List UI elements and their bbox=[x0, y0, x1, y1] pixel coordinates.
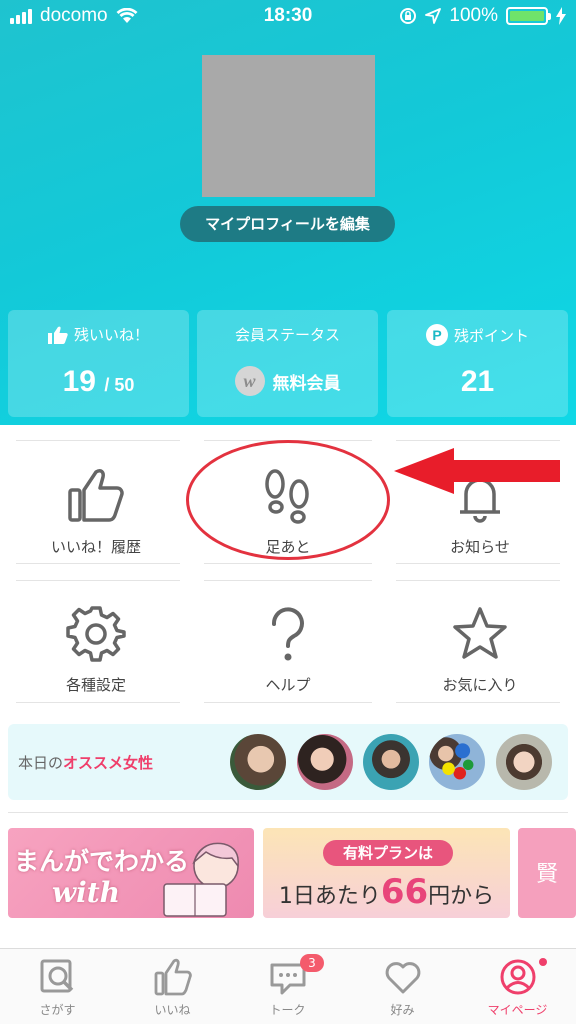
points-remaining-value: 21 bbox=[460, 365, 495, 398]
points-icon: P bbox=[425, 324, 448, 346]
pointer-arrow bbox=[394, 448, 560, 494]
recommend-title-highlight: オススメ女性 bbox=[63, 754, 154, 772]
mypage-notification-dot bbox=[539, 958, 547, 966]
paid-plan-prefix: 1日あたり bbox=[278, 884, 381, 909]
with-logo-icon: w bbox=[234, 366, 265, 396]
rotation-lock-icon bbox=[400, 8, 417, 24]
profile-photo[interactable] bbox=[202, 55, 375, 197]
membership-status-value: 無料会員 bbox=[272, 373, 341, 393]
edit-profile-button[interactable]: マイプロフィールを編集 bbox=[180, 206, 395, 242]
likes-remaining-value: 19 bbox=[62, 365, 96, 398]
tab-talk-label: トーク bbox=[269, 1003, 306, 1017]
menu-like-history[interactable]: いいね！履歴 bbox=[8, 448, 184, 568]
partial-banner-text: 賢 bbox=[536, 862, 559, 887]
recommend-title: 本日のオススメ女性 bbox=[18, 752, 153, 773]
menu-notifications-label: お知らせ bbox=[450, 538, 510, 556]
recommended-user-photo[interactable] bbox=[429, 734, 485, 790]
manga-banner-brand: with bbox=[52, 876, 121, 909]
tab-likes-label: いいね bbox=[154, 1003, 191, 1017]
points-remaining-label: 残ポイント bbox=[453, 326, 529, 345]
star-icon bbox=[453, 607, 507, 659]
status-bar: docomo 18:30 100% bbox=[0, 0, 576, 34]
likes-remaining-card[interactable]: 残いいね！ 19 / 50 bbox=[8, 310, 189, 417]
menu-settings-label: 各種設定 bbox=[65, 676, 126, 694]
tab-preferences[interactable]: 好み bbox=[345, 949, 460, 1024]
menu-favorites[interactable]: お気に入り bbox=[392, 586, 568, 706]
recommend-title-prefix: 本日の bbox=[18, 754, 64, 772]
menu-like-history-label: いいね！履歴 bbox=[50, 538, 141, 556]
divider bbox=[396, 440, 560, 441]
recommended-user-photo[interactable] bbox=[297, 734, 353, 790]
paid-plan-suffix: 円から bbox=[428, 884, 495, 909]
charging-icon bbox=[556, 7, 566, 25]
partial-banner[interactable]: 賢 bbox=[518, 828, 576, 918]
question-icon bbox=[271, 607, 304, 661]
menu-settings[interactable]: 各種設定 bbox=[8, 586, 184, 706]
tab-talk[interactable]: トーク bbox=[230, 949, 345, 1024]
manga-banner[interactable]: まんがでわかる with bbox=[8, 828, 254, 918]
divider bbox=[204, 580, 372, 581]
tab-search-label: さがす bbox=[39, 1003, 76, 1017]
divider bbox=[16, 580, 180, 581]
user-icon bbox=[500, 959, 535, 995]
highlight-circle bbox=[186, 440, 390, 560]
recommended-user-photo[interactable] bbox=[496, 734, 552, 790]
divider bbox=[8, 812, 568, 813]
recommended-user-photo[interactable] bbox=[230, 734, 286, 790]
paid-plan-pill: 有料プランは bbox=[323, 840, 453, 866]
tab-preferences-label: 好み bbox=[390, 1003, 415, 1017]
tab-likes[interactable]: いいね bbox=[115, 949, 230, 1024]
search-icon bbox=[40, 959, 73, 993]
paid-plan-price: 66 bbox=[380, 872, 429, 912]
points-remaining-card[interactable]: P 残ポイント 21 bbox=[387, 310, 568, 417]
menu-help-label: ヘルプ bbox=[265, 676, 311, 694]
paid-plan-banner[interactable]: 有料プランは 1日あたり66円から bbox=[263, 828, 510, 918]
tab-search[interactable]: さがす bbox=[0, 949, 115, 1024]
recommended-user-photo[interactable] bbox=[363, 734, 419, 790]
manga-character-illustration bbox=[163, 842, 239, 917]
location-icon bbox=[425, 8, 442, 24]
thumbs-up-icon bbox=[68, 469, 124, 522]
bottom-tab-bar: さがす いいね トーク 好み マイページ bbox=[0, 948, 576, 1024]
battery-icon bbox=[506, 7, 551, 25]
thumbs-up-icon bbox=[47, 326, 68, 344]
paid-plan-price-line: 1日あたり66円から bbox=[263, 872, 510, 912]
likes-remaining-label: 残いいね！ bbox=[73, 326, 149, 344]
recommended-women-strip[interactable]: 本日のオススメ女性 bbox=[8, 724, 568, 800]
battery-percent: 100% bbox=[449, 5, 498, 26]
tab-mypage[interactable]: マイページ bbox=[460, 949, 575, 1024]
thumbs-up-icon bbox=[154, 958, 192, 996]
gear-icon bbox=[66, 606, 126, 662]
divider bbox=[16, 440, 180, 441]
membership-status-card[interactable]: 会員ステータス w 無料会員 bbox=[197, 310, 378, 417]
heart-icon bbox=[385, 962, 420, 994]
tab-mypage-label: マイページ bbox=[487, 1003, 548, 1017]
menu-help[interactable]: ヘルプ bbox=[200, 586, 376, 706]
divider bbox=[396, 580, 560, 581]
membership-status-label: 会員ステータス bbox=[234, 326, 340, 344]
likes-total-value: / 50 bbox=[104, 375, 135, 395]
menu-favorites-label: お気に入り bbox=[442, 676, 518, 694]
talk-unread-badge: 3 bbox=[300, 954, 324, 972]
